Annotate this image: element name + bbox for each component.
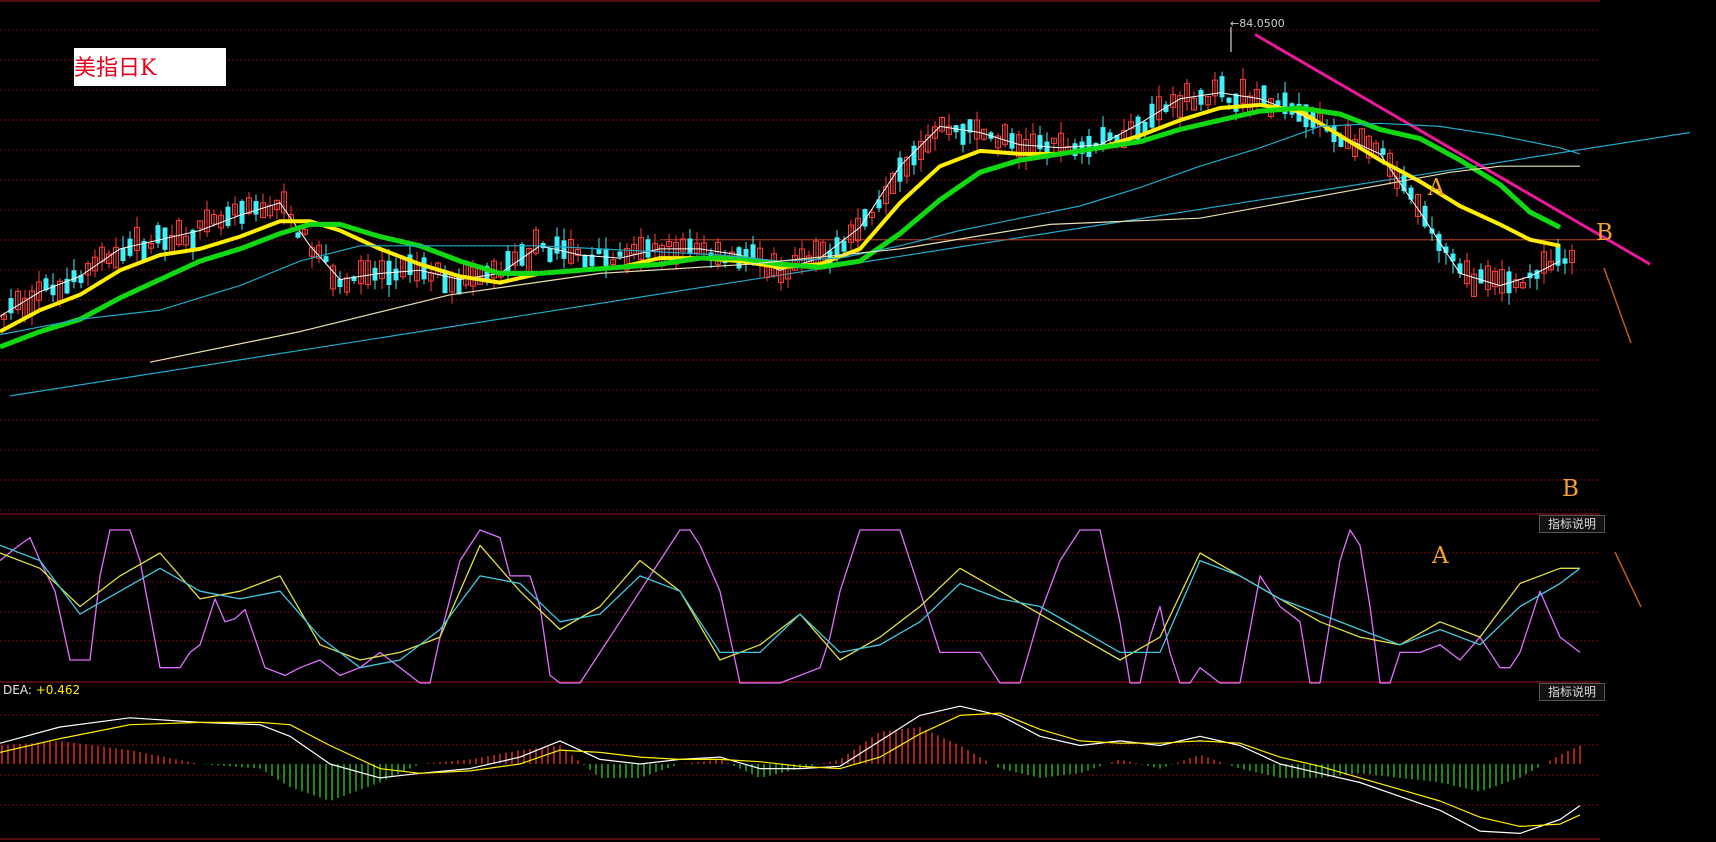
candle-body <box>547 247 553 263</box>
max-price-value: 84.0500 <box>1239 17 1285 30</box>
annotation-a-kdj: A <box>1432 543 1449 569</box>
macd-indicator-help-button[interactable]: 指标说明 <box>1539 683 1605 701</box>
candle-body <box>225 206 231 226</box>
candle-body <box>603 248 609 269</box>
candle-body <box>295 232 301 238</box>
candle-body <box>1261 85 1267 105</box>
annotation-b-main: B <box>1596 220 1613 246</box>
candle-body <box>337 278 343 287</box>
candle-body <box>1436 233 1442 252</box>
candle-body <box>911 145 917 166</box>
candle-body <box>120 248 126 261</box>
ma-line-ma-teal <box>0 122 1581 336</box>
dea-label-text: DEA: <box>3 683 32 697</box>
candle-body <box>841 240 847 252</box>
dea-readout: DEA: +0.462 <box>3 683 80 697</box>
candle-body <box>554 236 560 254</box>
candle-body <box>1233 93 1239 112</box>
candle-body <box>393 268 399 281</box>
max-price-label: ←84.0500 <box>1230 17 1285 30</box>
candle-body <box>407 254 413 275</box>
candle-body <box>1380 148 1386 155</box>
candle-body <box>645 239 651 258</box>
projection-line <box>1603 267 1632 344</box>
kdj-line-d <box>0 544 1580 661</box>
candle-body <box>1219 76 1225 98</box>
candle-body <box>687 238 693 254</box>
kdj-indicator-help-button[interactable]: 指标说明 <box>1539 515 1605 533</box>
candle-body <box>1226 97 1232 103</box>
annotation-a-main: A <box>1428 175 1445 201</box>
candle-body <box>1086 136 1092 157</box>
candle-body <box>1037 135 1043 150</box>
trendline-resistance <box>1254 33 1651 266</box>
candle-body <box>617 251 623 257</box>
candle-body <box>582 255 588 268</box>
candle-body <box>1562 258 1568 264</box>
candle-body <box>421 257 427 280</box>
macd-line-dea <box>0 712 1581 828</box>
chart-title: 美指日K <box>74 56 157 81</box>
candle-body <box>1457 263 1463 274</box>
kdj-line-k <box>0 544 1581 669</box>
candle-body <box>1408 187 1414 200</box>
candle-body <box>1198 89 1204 105</box>
ma-line-ma-green <box>0 105 1562 350</box>
ma-line-ma-yellow <box>0 102 1561 334</box>
candle-body <box>561 240 567 259</box>
candle-body <box>519 244 525 266</box>
annotation-b-lower: B <box>1562 476 1579 502</box>
macd-line-dif <box>0 705 1581 835</box>
ma-line-ma-long <box>149 165 1580 363</box>
max-arrow-icon: ← <box>1230 17 1240 30</box>
candle-body <box>71 270 77 283</box>
candle-body <box>253 201 259 215</box>
projection-line <box>1614 551 1642 608</box>
candle-body <box>1478 269 1484 284</box>
candle-body <box>960 123 966 145</box>
dea-value-text: +0.462 <box>35 683 81 697</box>
chart-title-box: 美指日K <box>74 48 226 86</box>
candlestick-chart <box>0 0 1691 840</box>
candle-body <box>1009 133 1015 149</box>
candle-body <box>239 200 245 224</box>
